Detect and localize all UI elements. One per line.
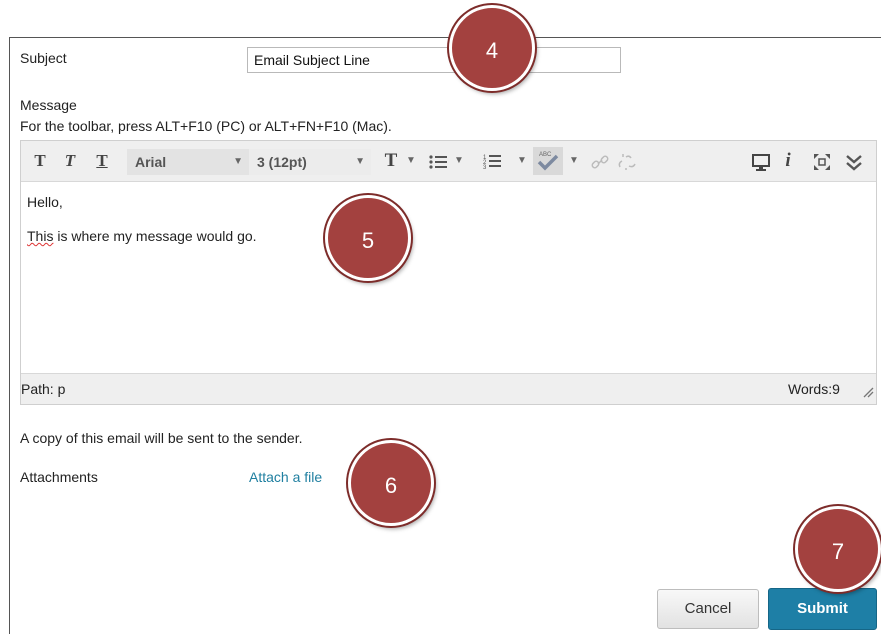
chevron-down-icon[interactable]: ▼	[517, 149, 527, 173]
more-tools-icon[interactable]	[845, 153, 863, 171]
bold-icon[interactable]: T	[31, 149, 49, 173]
step-marker-5: 5	[325, 195, 411, 281]
svg-text:3: 3	[483, 165, 487, 171]
step-marker-7: 7	[795, 506, 881, 592]
font-size-value: 3 (12pt)	[257, 154, 307, 170]
toolbar-hint: For the toolbar, press ALT+F10 (PC) or A…	[20, 118, 392, 134]
content-line: Hello,	[27, 194, 63, 210]
misspelled-word: This	[27, 228, 54, 244]
resize-handle-icon[interactable]	[862, 386, 874, 398]
chevron-down-icon: ▼	[355, 156, 365, 167]
attach-file-link[interactable]: Attach a file	[249, 469, 322, 485]
word-count: Words:9	[788, 381, 840, 397]
unlink-icon[interactable]	[617, 153, 637, 171]
subject-input[interactable]	[247, 47, 621, 73]
message-editor[interactable]: T T T Arial ▼ 3 (12pt) ▼ T ▼ ▼ 1 2 3 ▼ A…	[20, 140, 877, 405]
editor-content[interactable]: Hello, This is where my message would go…	[21, 182, 876, 374]
chevron-down-icon[interactable]: ▼	[569, 149, 579, 173]
underline-icon[interactable]: T	[93, 149, 111, 173]
chevron-down-icon: ▼	[233, 156, 243, 167]
editor-statusbar: Path: p Words:9	[21, 373, 876, 404]
cancel-button[interactable]: Cancel	[657, 589, 759, 629]
editor-toolbar: T T T Arial ▼ 3 (12pt) ▼ T ▼ ▼ 1 2 3 ▼ A…	[21, 141, 876, 182]
preview-icon[interactable]	[751, 152, 771, 172]
info-icon[interactable]: i	[781, 149, 795, 173]
numbered-list-icon[interactable]: 1 2 3	[483, 153, 501, 171]
submit-button[interactable]: Submit	[768, 588, 877, 630]
font-size-select[interactable]: 3 (12pt) ▼	[249, 149, 371, 175]
bullet-list-icon[interactable]	[429, 154, 447, 170]
fullscreen-icon[interactable]	[813, 153, 831, 171]
path-indicator: Path: p	[21, 381, 66, 397]
content-text: is where my message would go.	[53, 228, 257, 244]
svg-text:ABC: ABC	[539, 152, 552, 158]
font-family-select[interactable]: Arial ▼	[127, 149, 249, 175]
italic-icon[interactable]: T	[61, 149, 79, 173]
chevron-down-icon[interactable]: ▼	[406, 149, 416, 173]
link-icon[interactable]	[591, 153, 609, 171]
copy-note: A copy of this email will be sent to the…	[20, 430, 303, 446]
step-marker-4: 4	[449, 5, 535, 91]
spellcheck-icon: ABC	[537, 152, 559, 171]
font-family-value: Arial	[135, 154, 167, 170]
step-marker-6: 6	[348, 440, 434, 526]
attachments-label: Attachments	[20, 469, 98, 485]
subject-label: Subject	[20, 50, 67, 66]
content-line: This is where my message would go.	[27, 228, 870, 244]
message-label: Message	[20, 97, 77, 113]
text-color-icon[interactable]: T	[381, 149, 401, 173]
spellcheck-button[interactable]: ABC	[533, 147, 563, 175]
chevron-down-icon[interactable]: ▼	[454, 149, 464, 173]
